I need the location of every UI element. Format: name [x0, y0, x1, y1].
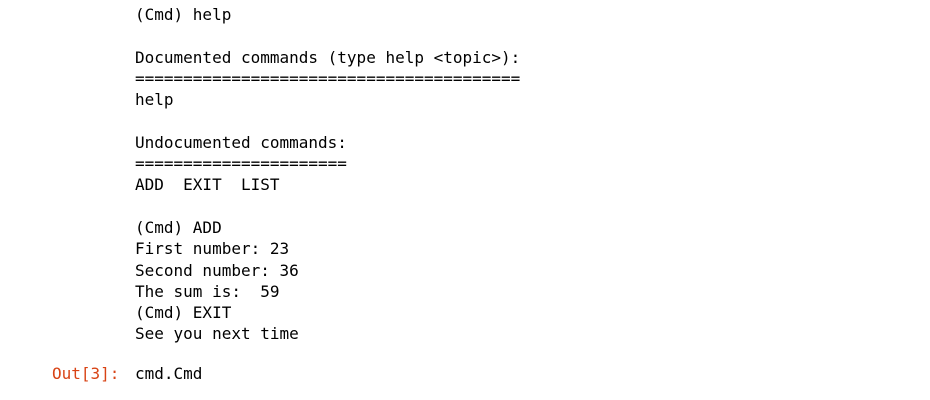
out-prompt: Out[3]:: [52, 364, 120, 383]
stdout-line: [135, 196, 915, 217]
stdout-area: (Cmd) help Documented commands (type hel…: [135, 4, 915, 345]
stdout-line: ========================================: [135, 68, 521, 88]
stdout-line: [135, 110, 915, 131]
stdout-line: (Cmd) EXIT: [135, 303, 232, 323]
stdout-line: The sum is: 59: [135, 281, 280, 301]
stdout-line: help: [135, 90, 174, 110]
out-value: cmd.Cmd: [135, 364, 203, 383]
stdout-line: First number: 23: [135, 239, 290, 259]
stdout-line: Second number: 36: [135, 260, 299, 280]
out-cell: Out[3]: cmd.Cmd: [0, 363, 930, 385]
stdout-line: Undocumented commands:: [135, 132, 347, 152]
stdout-line: ADD EXIT LIST: [135, 175, 280, 195]
stdout-line: (Cmd) help: [135, 5, 232, 24]
stdout-line: ======================: [135, 154, 347, 174]
stdout-line: Documented commands (type help <topic>):: [135, 47, 521, 67]
stdout-line: [135, 25, 915, 46]
stdout-line: (Cmd) ADD: [135, 217, 222, 237]
stdout-line: See you next time: [135, 324, 299, 344]
